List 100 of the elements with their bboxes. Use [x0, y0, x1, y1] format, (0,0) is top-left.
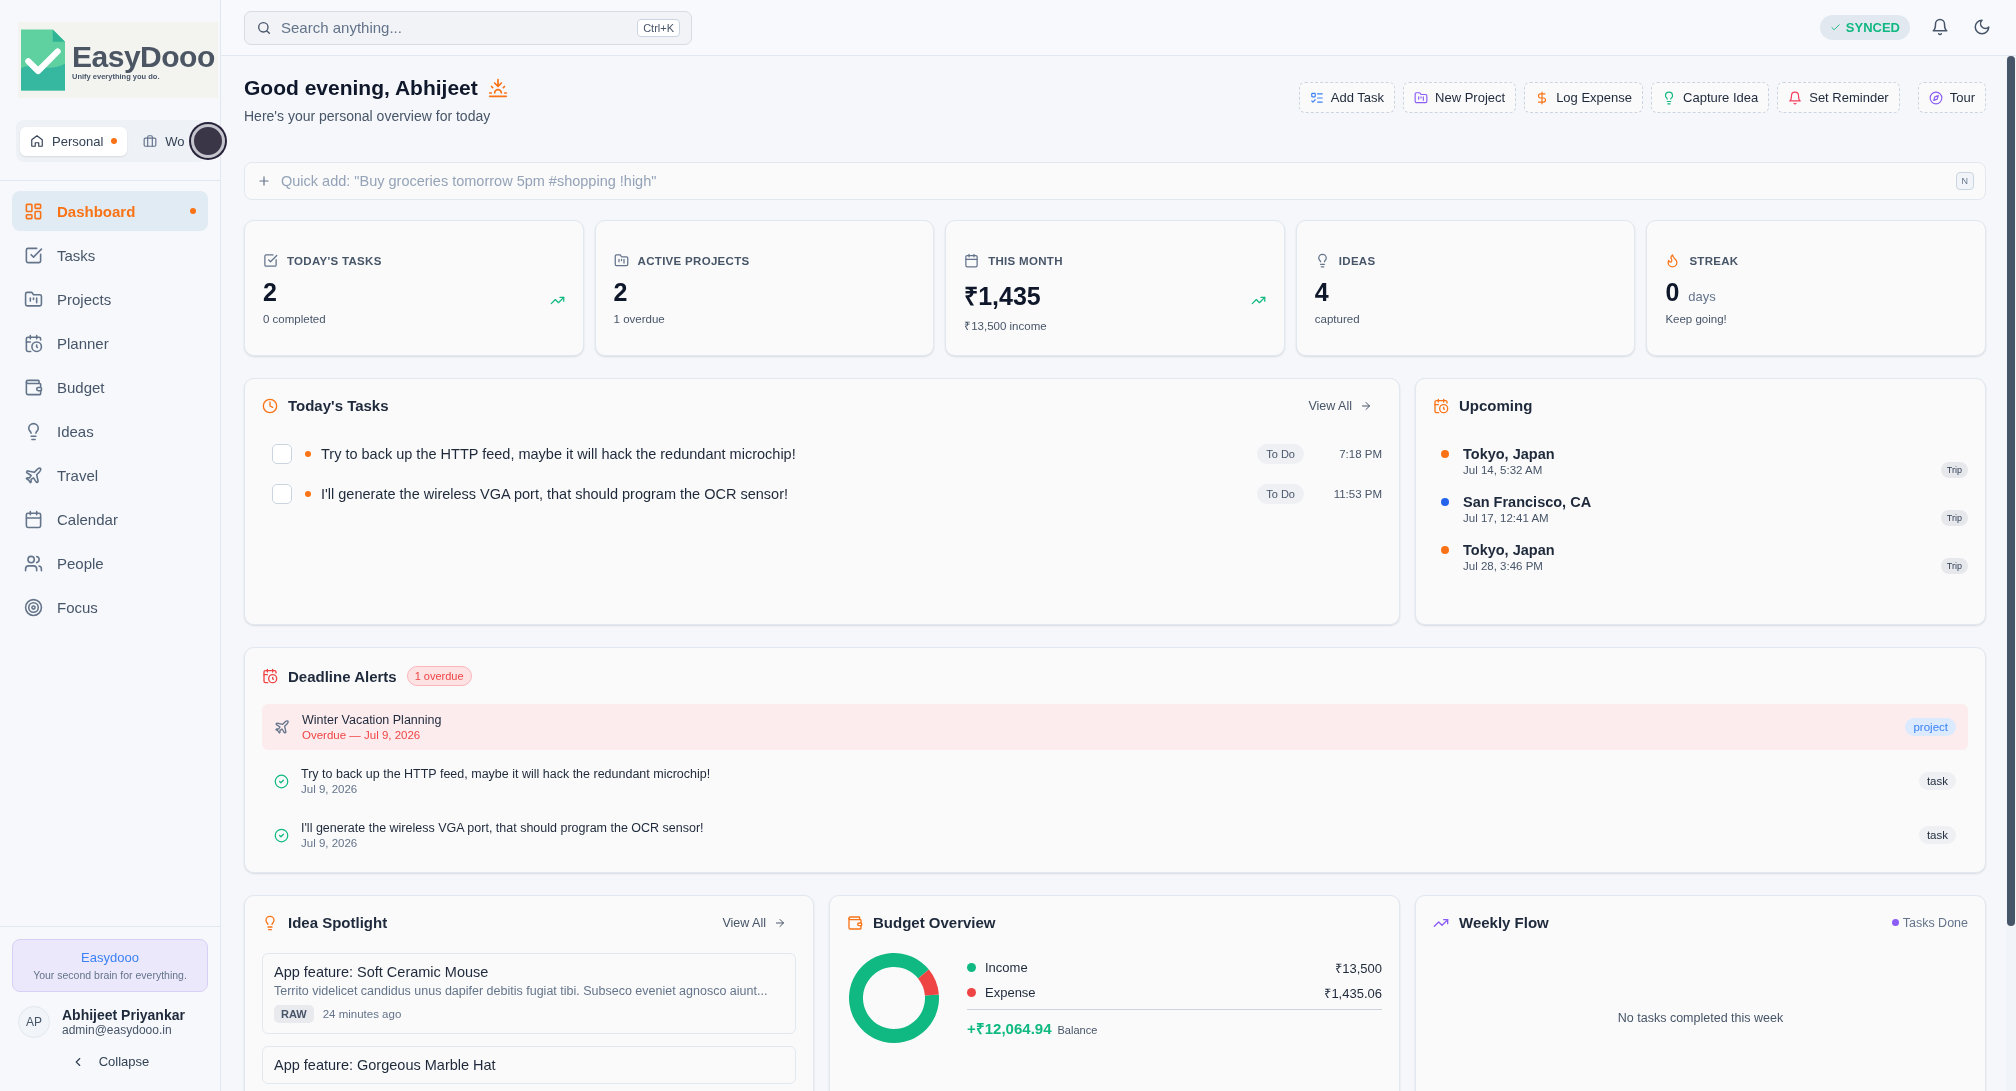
- stat-label: TODAY'S TASKS: [287, 254, 382, 267]
- action-button[interactable]: Add Task: [1298, 82, 1396, 113]
- task-time: 11:53 PM: [1332, 488, 1382, 500]
- greeting-title: Good evening, Abhijeet: [244, 76, 478, 100]
- bell-icon: [1931, 17, 1949, 36]
- calendar-clock-icon: [24, 333, 43, 353]
- action-button[interactable]: Tour: [1917, 82, 1986, 113]
- calendar-clock-icon: [1433, 397, 1449, 414]
- legend-amount: ₹1,435.06: [1324, 984, 1382, 1002]
- idea-card[interactable]: App feature: Soft Ceramic Mouse Territo videlicet candidus unus dapifer debitis fugiat tibi. Subseco eveniet agnosco aiunt... RAW 24 minutes ago: [262, 953, 796, 1034]
- balance-value: +₹12,064.94: [967, 1018, 1052, 1038]
- view-all-link[interactable]: View All: [712, 915, 796, 930]
- sync-status: SYNCED: [1819, 15, 1910, 40]
- clock-icon: [262, 397, 278, 414]
- task-checkbox[interactable]: [272, 484, 292, 504]
- stat-label: STREAK: [1689, 254, 1739, 267]
- empty-message: No tasks completed this week: [1616, 1011, 1785, 1025]
- stat-value: 2: [613, 278, 628, 307]
- action-button[interactable]: New Project: [1403, 82, 1517, 113]
- nav-item[interactable]: Ideas: [12, 411, 208, 451]
- calendar-icon: [24, 509, 43, 529]
- nav-item[interactable]: People: [12, 543, 208, 583]
- status-badge: To Do: [1257, 444, 1304, 464]
- idea-card[interactable]: App feature: Gorgeous Marble Hat: [262, 1046, 796, 1084]
- cursor-indicator: [190, 124, 225, 158]
- arrow-right-icon: [774, 916, 786, 929]
- nav-item[interactable]: Tasks: [12, 235, 208, 275]
- wallet-icon: [847, 914, 863, 931]
- action-button[interactable]: Log Expense: [1524, 82, 1644, 113]
- greeting-subtitle: Here's your personal overview for today: [244, 108, 492, 124]
- type-tag: task: [1918, 826, 1956, 844]
- panel-title: Weekly Flow: [1459, 914, 1549, 931]
- nav-item[interactable]: Projects: [12, 279, 208, 319]
- panel-title: Upcoming: [1459, 397, 1533, 414]
- event-tag: Trip: [1940, 510, 1968, 526]
- folder-icon: [24, 289, 43, 309]
- idea-title: App feature: Soft Ceramic Mouse: [274, 964, 490, 980]
- stat-note: Keep going!: [1665, 313, 1728, 325]
- nav-item[interactable]: Planner: [12, 323, 208, 363]
- stat-value: 2: [263, 278, 277, 307]
- workspace-tab[interactable]: Personal: [20, 126, 128, 156]
- event-time: Jul 28, 3:46 PM: [1463, 560, 1544, 572]
- workspace-tab[interactable]: Wo: [133, 126, 185, 156]
- alert-date: Jul 9, 2026: [301, 837, 359, 849]
- stat-value: 4: [1314, 278, 1329, 307]
- stat-note: captured: [1314, 313, 1361, 325]
- event-time: Jul 17, 12:41 AM: [1463, 512, 1550, 524]
- nav-item[interactable]: Calendar: [12, 499, 208, 539]
- stat-note: 0 completed: [263, 313, 327, 325]
- plus-icon: [257, 174, 271, 188]
- alert-date: Overdue — Jul 9, 2026: [302, 729, 422, 741]
- folder-icon: [1414, 90, 1429, 105]
- stat-label: THIS MONTH: [988, 254, 1063, 267]
- type-tag: task: [1918, 772, 1956, 790]
- nav-item[interactable]: Travel: [12, 455, 208, 495]
- nav-item[interactable]: Budget: [12, 367, 208, 407]
- notifications-button[interactable]: [1930, 17, 1950, 38]
- panel-title: Idea Spotlight: [288, 914, 388, 931]
- arrow-right-icon: [1360, 399, 1372, 412]
- user-avatar: AP: [18, 1006, 50, 1038]
- task-title: Try to back up the HTTP feed, maybe it will hack the redundant microchip!: [321, 446, 797, 462]
- view-all-link[interactable]: View All: [1298, 398, 1382, 413]
- user-name: Abhijeet Priyankar: [62, 1007, 185, 1023]
- stat-value: ₹1,435: [964, 281, 1041, 312]
- legend-label: Income: [985, 960, 1028, 975]
- scrollbar-thumb[interactable]: [2007, 56, 2015, 926]
- home-icon: [30, 134, 44, 148]
- plane-icon: [24, 465, 43, 485]
- collapse-button[interactable]: Collapse: [12, 1044, 208, 1079]
- plane-icon: [274, 719, 290, 735]
- stat-note: 1 overdue: [613, 313, 666, 325]
- compass-icon: [1928, 90, 1943, 105]
- search-icon: [256, 19, 272, 36]
- alert-title: I'll generate the wireless VGA port, that should program the OCR sensor!: [301, 821, 705, 835]
- wallet-icon: [24, 377, 43, 397]
- checkbox-icon: [24, 245, 43, 265]
- event-title: San Francisco, CA: [1463, 494, 1593, 510]
- nav-item[interactable]: Focus: [12, 587, 208, 627]
- stat-note: ₹13,500 income: [964, 319, 1048, 333]
- bell-icon: [1788, 90, 1803, 105]
- idea-title: App feature: Gorgeous Marble Hat: [274, 1057, 497, 1073]
- event-tag: Trip: [1940, 558, 1968, 574]
- stat-label: ACTIVE PROJECTS: [637, 254, 750, 267]
- lightbulb-icon: [262, 914, 278, 931]
- action-button[interactable]: Capture Idea: [1651, 82, 1770, 113]
- briefcase-icon: [143, 134, 158, 148]
- check-circle-icon: [274, 773, 289, 789]
- event-tag: Trip: [1940, 462, 1968, 478]
- panel-title: Budget Overview: [873, 914, 996, 931]
- legend-label: Tasks Done: [1902, 915, 1968, 930]
- promo-text: Your second brain for everything.: [32, 969, 188, 981]
- sunset-icon: [487, 78, 508, 98]
- task-checkbox[interactable]: [272, 444, 292, 464]
- legend-amount: ₹13,500: [1335, 959, 1382, 977]
- stat-label: IDEAS: [1338, 254, 1376, 267]
- target-icon: [24, 597, 43, 617]
- stat-value: 0: [1665, 278, 1680, 307]
- action-button[interactable]: Set Reminder: [1777, 82, 1900, 113]
- user-email: admin@easydooo.in: [62, 1023, 173, 1037]
- checkbox-icon: [263, 253, 278, 268]
